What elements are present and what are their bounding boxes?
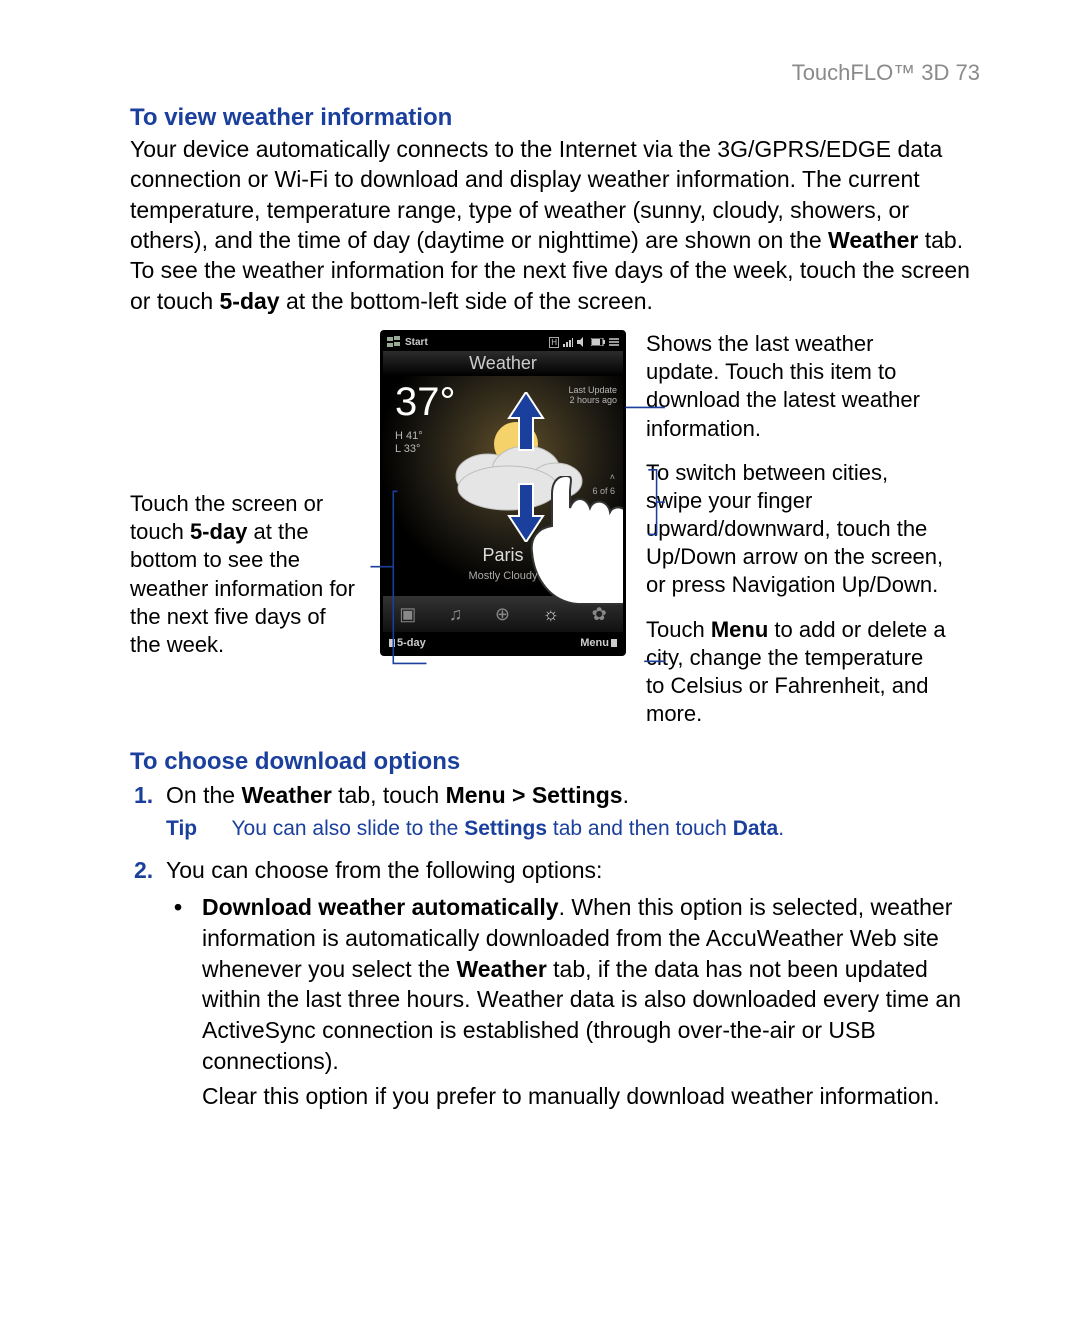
phone-mockup[interactable]: Start H We: [380, 330, 626, 656]
bold-menu: Menu: [711, 617, 768, 642]
camera-icon[interactable]: ▣: [399, 604, 416, 625]
text: On the: [166, 782, 241, 808]
tip-row: Tip You can also slide to the Settings t…: [166, 815, 980, 843]
text: Touch: [646, 617, 711, 642]
signal-icon: [563, 337, 573, 347]
bullet-trail: Clear this option if you prefer to manua…: [202, 1081, 980, 1112]
music-icon[interactable]: ♫: [449, 604, 463, 625]
bold-download-auto: Download weather automatically: [202, 894, 559, 920]
phone-status-bar: Start H: [383, 333, 623, 351]
bold-menu-settings: Menu > Settings: [446, 782, 623, 808]
page-header: TouchFLO™ 3D 73: [130, 60, 980, 86]
options-bullets: Download weather automatically. When thi…: [166, 892, 980, 1112]
step-2: 2. You can choose from the following opt…: [166, 855, 980, 1112]
heading-view-weather: To view weather information: [130, 104, 980, 132]
gear-icon[interactable]: ✿: [592, 604, 607, 625]
step-number: 1.: [134, 780, 153, 811]
callout-right-1: Shows the last weather update. Touch thi…: [646, 330, 946, 443]
step-2-text: You can choose from the following option…: [166, 857, 602, 883]
h-indicator-icon: H: [549, 337, 559, 348]
text: .: [778, 817, 784, 840]
phone-softkey-5day[interactable]: 5-day: [397, 637, 426, 649]
phone-softkey-bar: 5-day Menu: [383, 632, 623, 654]
figure-row: Touch the screen or touch 5-day at the b…: [130, 330, 980, 728]
speaker-icon: [577, 337, 587, 347]
paragraph-view-weather: Your device automatically connects to th…: [130, 134, 980, 316]
callouts-right: Shows the last weather update. Touch thi…: [646, 330, 946, 728]
hi-label: H: [395, 430, 403, 442]
text: .: [623, 782, 629, 808]
city-counter: 6 of 6: [592, 486, 615, 496]
phone-start-label: Start: [405, 337, 428, 348]
heading-download-options: To choose download options: [130, 748, 980, 776]
bold-settings: Settings: [464, 817, 547, 840]
page: TouchFLO™ 3D 73 To view weather informat…: [0, 0, 1080, 1327]
phone-last-update[interactable]: Last Update 2 hours ago: [568, 386, 617, 406]
menu-lines-icon: [609, 337, 619, 347]
text: Your device automatically connects to th…: [130, 136, 942, 253]
lo-label: L: [395, 443, 401, 455]
globe-icon[interactable]: ⊕: [495, 604, 510, 625]
lo-value: 33°: [404, 443, 421, 455]
last-update-label: Last Update: [568, 385, 617, 395]
text: tab, touch: [332, 782, 446, 808]
step-number: 2.: [134, 855, 153, 886]
text: at the bottom-left side of the screen.: [280, 288, 653, 314]
windows-flag-icon: [387, 336, 401, 348]
callout-left-1: Touch the screen or touch 5-day at the b…: [130, 490, 360, 659]
bullet-download-auto: Download weather automatically. When thi…: [202, 892, 980, 1112]
bold-5day: 5-day: [220, 288, 280, 314]
bold-weather: Weather: [456, 956, 546, 982]
bold-data: Data: [733, 817, 779, 840]
swipe-arrows-icon: [505, 392, 547, 547]
callout-left: Touch the screen or touch 5-day at the b…: [130, 330, 360, 659]
softkey-left-marker-icon: [389, 639, 395, 647]
text: You can also slide to the: [231, 817, 464, 840]
softkey-right-marker-icon: [611, 639, 617, 647]
steps-list: 1. On the Weather tab, touch Menu > Sett…: [130, 780, 980, 1111]
phone-tab-bar[interactable]: ▣ ♫ ⊕ ☼ ✿: [383, 596, 623, 632]
phone-condition: Mostly Cloudy: [383, 570, 623, 582]
battery-icon: [591, 338, 605, 346]
step-1: 1. On the Weather tab, touch Menu > Sett…: [166, 780, 980, 843]
hi-value: 41°: [406, 430, 423, 442]
tip-text: You can also slide to the Settings tab a…: [231, 817, 784, 840]
callout-right-3: Touch Menu to add or delete a city, chan…: [646, 616, 946, 729]
phone-temp-range: H 41° L 33°: [395, 430, 423, 456]
phone-softkey-menu[interactable]: Menu: [580, 637, 609, 649]
settings-sun-icon[interactable]: ☼: [543, 604, 560, 625]
bold-weather: Weather: [241, 782, 331, 808]
text: tab and then touch: [547, 817, 733, 840]
tip-label: Tip: [166, 815, 226, 843]
bold-5day: 5-day: [190, 519, 247, 544]
phone-app-title: Weather: [383, 351, 623, 376]
callout-right-2: To switch between cities, swipe your fin…: [646, 459, 946, 600]
phone-city: Paris: [383, 545, 623, 566]
last-update-value: 2 hours ago: [569, 395, 617, 405]
phone-weather-body[interactable]: 37° H 41° L 33° Last Update 2 hours ago …: [383, 376, 623, 596]
up-arrow-icon[interactable]: ˄: [610, 472, 615, 482]
bold-weather: Weather: [828, 227, 918, 253]
